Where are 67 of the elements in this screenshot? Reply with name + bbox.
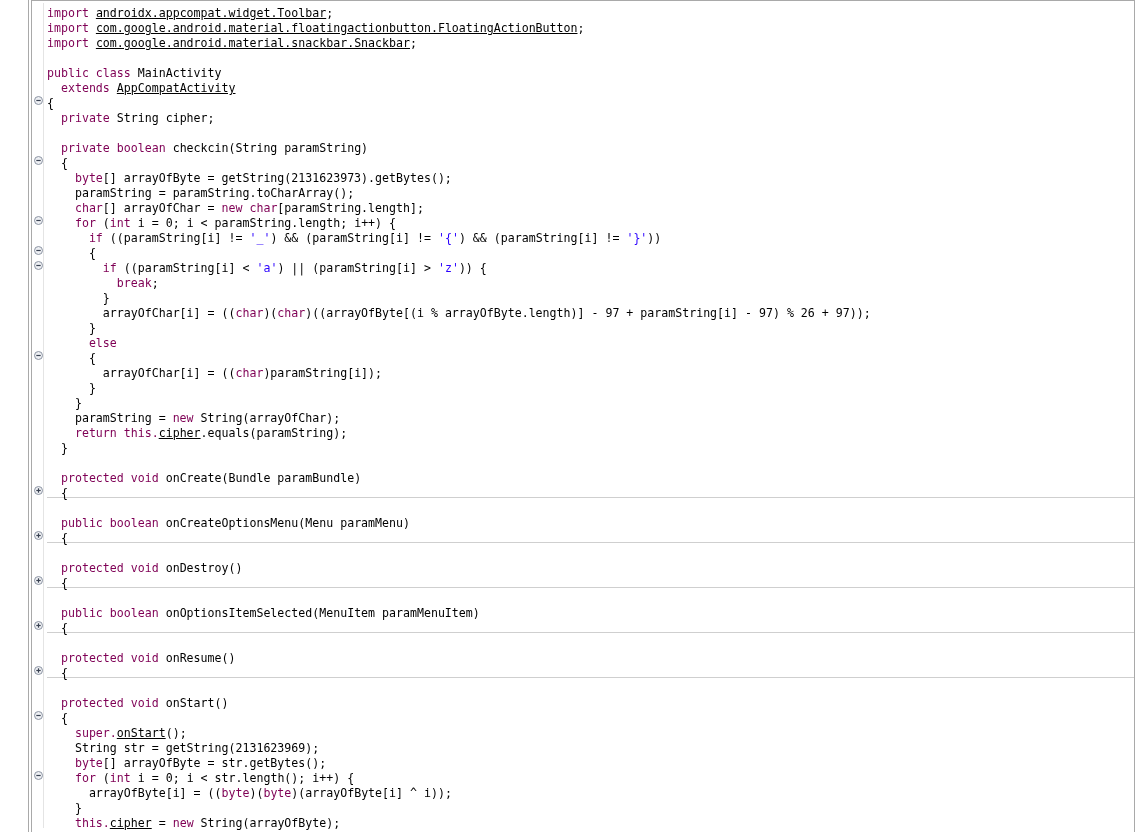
- code-line: paramString = new String(arrayOfChar);: [73, 411, 341, 425]
- code-line: }: [73, 396, 82, 410]
- code-link[interactable]: com.google.android.material.snackbar.Snackbar: [95, 36, 410, 50]
- collapse-icon[interactable]: [33, 216, 43, 225]
- code-link[interactable]: cipher: [158, 426, 201, 440]
- code-line: for (int i = 0; i < str.length(); i++) {: [73, 771, 355, 785]
- code-line: {: [59, 486, 68, 500]
- collapse-icon[interactable]: [33, 771, 43, 780]
- code-line: protected void onDestroy(): [59, 561, 243, 575]
- code-line: extends AppCompatActivity: [59, 81, 236, 95]
- collapse-icon[interactable]: [33, 711, 43, 720]
- code-line: arrayOfChar[i] = ((char)(char)((arrayOfByte[(i % arrayOfByte.length)] - 97 + paramString[i] - 97) % 26 + 97));: [101, 306, 871, 320]
- collapse-icon[interactable]: [33, 261, 43, 270]
- expand-icon[interactable]: [33, 576, 43, 585]
- collapse-icon[interactable]: [33, 156, 43, 165]
- code-link[interactable]: androidx.appcompat.widget.Toolbar: [95, 6, 327, 20]
- code-line: char[] arrayOfChar = new char[paramString.length];: [73, 201, 424, 215]
- code-line: {: [87, 351, 96, 365]
- code-link[interactable]: AppCompatActivity: [116, 81, 236, 95]
- code-line: }: [87, 321, 96, 335]
- expand-icon[interactable]: [33, 666, 43, 675]
- code-line: import androidx.appcompat.widget.Toolbar;: [47, 6, 334, 20]
- collapse-icon[interactable]: [33, 351, 43, 360]
- code-line: protected void onStart(): [59, 696, 229, 710]
- code-line: public class MainActivity: [47, 66, 222, 80]
- code-line: for (int i = 0; i < paramString.length; i++) {: [73, 216, 397, 230]
- code-line: protected void onResume(): [59, 651, 236, 665]
- code-line: {: [59, 621, 68, 635]
- code-line: arrayOfByte[i] = ((byte)(byte)(arrayOfByte[i] ^ i));: [87, 786, 452, 800]
- code-line: }: [101, 291, 110, 305]
- code-line: this.cipher = new String(arrayOfByte);: [73, 816, 341, 830]
- code-line: }: [73, 801, 82, 815]
- collapse-icon[interactable]: [33, 246, 43, 255]
- code-line: return this.cipher.equals(paramString);: [73, 426, 348, 440]
- code-line: {: [59, 531, 68, 545]
- code-line: super.onStart();: [73, 726, 187, 740]
- code-line: import com.google.android.material.snackbar.Snackbar;: [47, 36, 417, 50]
- code-line: import com.google.android.material.floatingactionbutton.FloatingActionButton;: [47, 21, 585, 35]
- code-line: {: [59, 156, 68, 170]
- code-line: }: [87, 381, 96, 395]
- code-line: {: [59, 711, 68, 725]
- expand-icon[interactable]: [33, 486, 43, 495]
- code-line: private String cipher;: [59, 111, 215, 125]
- code-line: {: [87, 246, 96, 260]
- code-line: if ((paramString[i] < 'a') || (paramString[i] > 'z')) {: [101, 261, 487, 275]
- code-line: String str = getString(2131623969);: [73, 741, 320, 755]
- code-link[interactable]: cipher: [109, 816, 152, 830]
- code-line: public boolean onOptionsItemSelected(MenuItem paramMenuItem): [59, 606, 480, 620]
- code-link[interactable]: com.google.android.material.floatingactionbutton.FloatingActionButton: [95, 21, 578, 35]
- code-line: private boolean checkcin(String paramString): [59, 141, 369, 155]
- expand-icon[interactable]: [33, 531, 43, 540]
- code-line: {: [47, 96, 54, 110]
- collapse-icon[interactable]: [33, 96, 43, 105]
- code-line: byte[] arrayOfByte = getString(2131623973).getBytes();: [73, 171, 452, 185]
- code-line: public boolean onCreateOptionsMenu(Menu paramMenu): [59, 516, 410, 530]
- expand-icon[interactable]: [33, 621, 43, 630]
- code-line: arrayOfChar[i] = ((char)paramString[i]);: [101, 366, 383, 380]
- code-line: break;: [115, 276, 159, 290]
- code-line: byte[] arrayOfByte = str.getBytes();: [73, 756, 327, 770]
- code-line: if ((paramString[i] != '_') && (paramString[i] != '{') && (paramString[i] != '}')): [87, 231, 662, 245]
- code-line: {: [59, 666, 68, 680]
- code-line: }: [59, 441, 68, 455]
- code-line: {: [59, 576, 68, 590]
- code-line: else: [87, 336, 117, 350]
- code-link[interactable]: onStart: [116, 726, 166, 740]
- code-line: paramString = paramString.toCharArray();: [73, 186, 355, 200]
- code-line: protected void onCreate(Bundle paramBundle): [59, 471, 362, 485]
